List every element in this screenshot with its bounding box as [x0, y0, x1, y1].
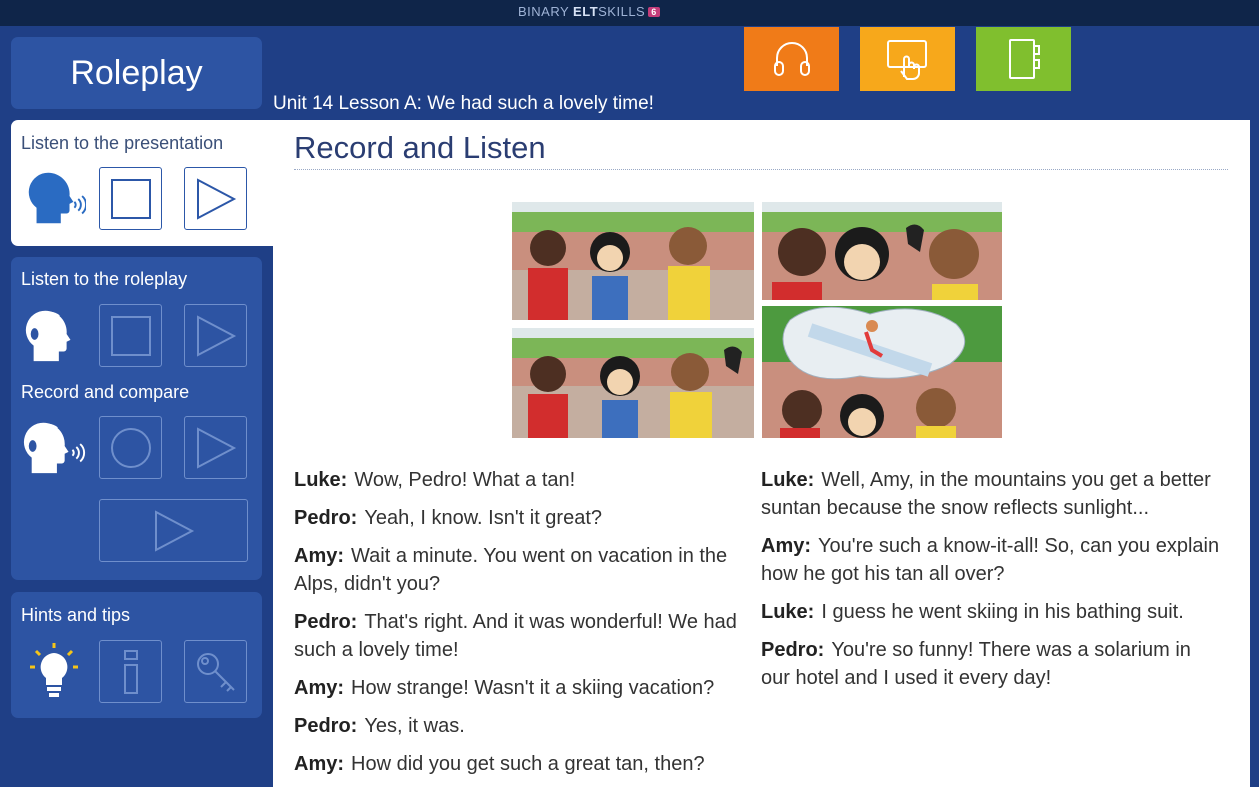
dialog-line: Luke: I guess he went skiing in his bathi…: [761, 598, 1221, 626]
speaker: Luke:: [294, 469, 348, 491]
speaker: Amy:: [294, 545, 345, 567]
level-badge: 6: [648, 7, 660, 17]
speaker: Amy:: [294, 753, 345, 775]
section-title: Roleplay: [11, 37, 262, 109]
play-compare-icon: [154, 509, 194, 552]
dialog-line: Pedro: That's right. And it was wonderful…: [294, 608, 744, 664]
record-label: Record and compare: [21, 382, 190, 402]
dialog-text: I guess he went skiing in his bathing su…: [821, 601, 1184, 623]
key-button[interactable]: [184, 640, 247, 703]
speaker: Luke:: [761, 469, 815, 491]
dialog-column-1: Luke: Wow, Pedro! What a tan! Pedro: Yeah,…: [294, 466, 744, 787]
key-icon: [196, 652, 235, 692]
dialog-text: Wait a minute. You went on vacation in t…: [294, 545, 728, 595]
headphones-button[interactable]: [744, 27, 839, 91]
brand-suffix: SKILLS: [598, 4, 646, 19]
dialog-text: Wow, Pedro! What a tan!: [354, 469, 576, 491]
speaker: Amy:: [761, 535, 812, 557]
presentation-label: Listen to the presentation: [21, 133, 224, 153]
compare-play-button[interactable]: [99, 499, 248, 562]
play-icon: [196, 314, 236, 357]
info-button[interactable]: [99, 640, 162, 703]
headset-speaking-icon: [22, 414, 86, 478]
brand-prefix: BINARY: [518, 4, 574, 19]
page-title: Record and Listen: [294, 130, 546, 165]
play-icon: [196, 177, 236, 220]
notebook-button[interactable]: [976, 27, 1071, 91]
info-icon: [123, 649, 138, 694]
dialog-text: You're such a know-it-all! So, can you e…: [761, 535, 1220, 585]
dialog-text: Yes, it was.: [364, 715, 465, 737]
hints-label: Hints and tips: [21, 605, 131, 625]
title-divider: [294, 169, 1228, 170]
notebook-icon: [1008, 39, 1040, 79]
stop-icon: [110, 178, 151, 219]
stop-icon: [110, 315, 151, 356]
brand-logo: BINARY ELTSKILLS 6: [518, 4, 660, 19]
comic-illustration: [512, 202, 1002, 438]
headphones-icon: [773, 42, 810, 76]
dialog-text: How did you get such a great tan, then?: [351, 753, 705, 775]
dialog-text: Well, Amy, in the mountains you get a be…: [761, 469, 1211, 519]
presentation-play-button[interactable]: [184, 167, 247, 230]
dialog-line: Amy: Wait a minute. You went on vacation …: [294, 542, 744, 598]
speaker: Luke:: [761, 601, 815, 623]
dialog-line: Pedro: Yes, it was.: [294, 712, 744, 740]
roleplay-label: Listen to the roleplay: [21, 269, 188, 289]
record-play-button[interactable]: [184, 416, 247, 479]
dialog-line: Amy: How did you get such a great tan, th…: [294, 750, 744, 778]
speaker: Amy:: [294, 677, 345, 699]
roleplay-panel: Listen to the roleplay Record and compar…: [11, 257, 262, 580]
record-button[interactable]: [99, 416, 162, 479]
dialog-text: Yeah, I know. Isn't it great?: [364, 507, 603, 529]
brand-bold: ELT: [573, 4, 599, 19]
record-icon: [110, 427, 151, 468]
hints-panel: Hints and tips: [11, 592, 262, 718]
play-icon: [196, 426, 236, 469]
dialog-column-2: Luke: Well, Amy, in the mountains you get…: [761, 466, 1221, 702]
speaker: Pedro:: [294, 507, 358, 529]
dialog-line: Amy: How strange! Wasn't it a skiing vaca…: [294, 674, 744, 702]
dialog-line: Luke: Well, Amy, in the mountains you get…: [761, 466, 1221, 522]
speaker: Pedro:: [761, 639, 825, 661]
top-bar: BINARY ELTSKILLS 6: [0, 0, 1259, 26]
dialog-text: That's right. And it was wonderful! We h…: [294, 611, 737, 661]
dialog-line: Pedro: Yeah, I know. Isn't it great?: [294, 504, 744, 532]
dialog-text: How strange! Wasn't it a skiing vacation…: [351, 677, 715, 699]
roleplay-play-button[interactable]: [184, 304, 247, 367]
dialog-line: Amy: You're such a know-it-all! So, can y…: [761, 532, 1221, 588]
speaker: Pedro:: [294, 611, 358, 633]
presentation-stop-button[interactable]: [99, 167, 162, 230]
lesson-title: Unit 14 Lesson A: We had such a lovely t…: [273, 93, 654, 114]
touch-button[interactable]: [860, 27, 955, 91]
touch-hand-icon: [886, 40, 927, 80]
dialog-line: Pedro: You're so funny! There was a solar…: [761, 636, 1221, 692]
presentation-panel: Listen to the presentation: [11, 120, 273, 246]
dialog-text: You're so funny! There was a solarium in…: [761, 639, 1191, 689]
lightbulb-icon[interactable]: [22, 639, 86, 703]
roleplay-stop-button[interactable]: [99, 304, 162, 367]
content-area: Record and Listen Luke: Wow, Pedro! What…: [273, 120, 1250, 787]
speaker: Pedro:: [294, 715, 358, 737]
headset-head-icon: [22, 302, 86, 366]
speaking-head-icon: [22, 166, 86, 230]
dialog-line: Luke: Wow, Pedro! What a tan!: [294, 466, 744, 494]
